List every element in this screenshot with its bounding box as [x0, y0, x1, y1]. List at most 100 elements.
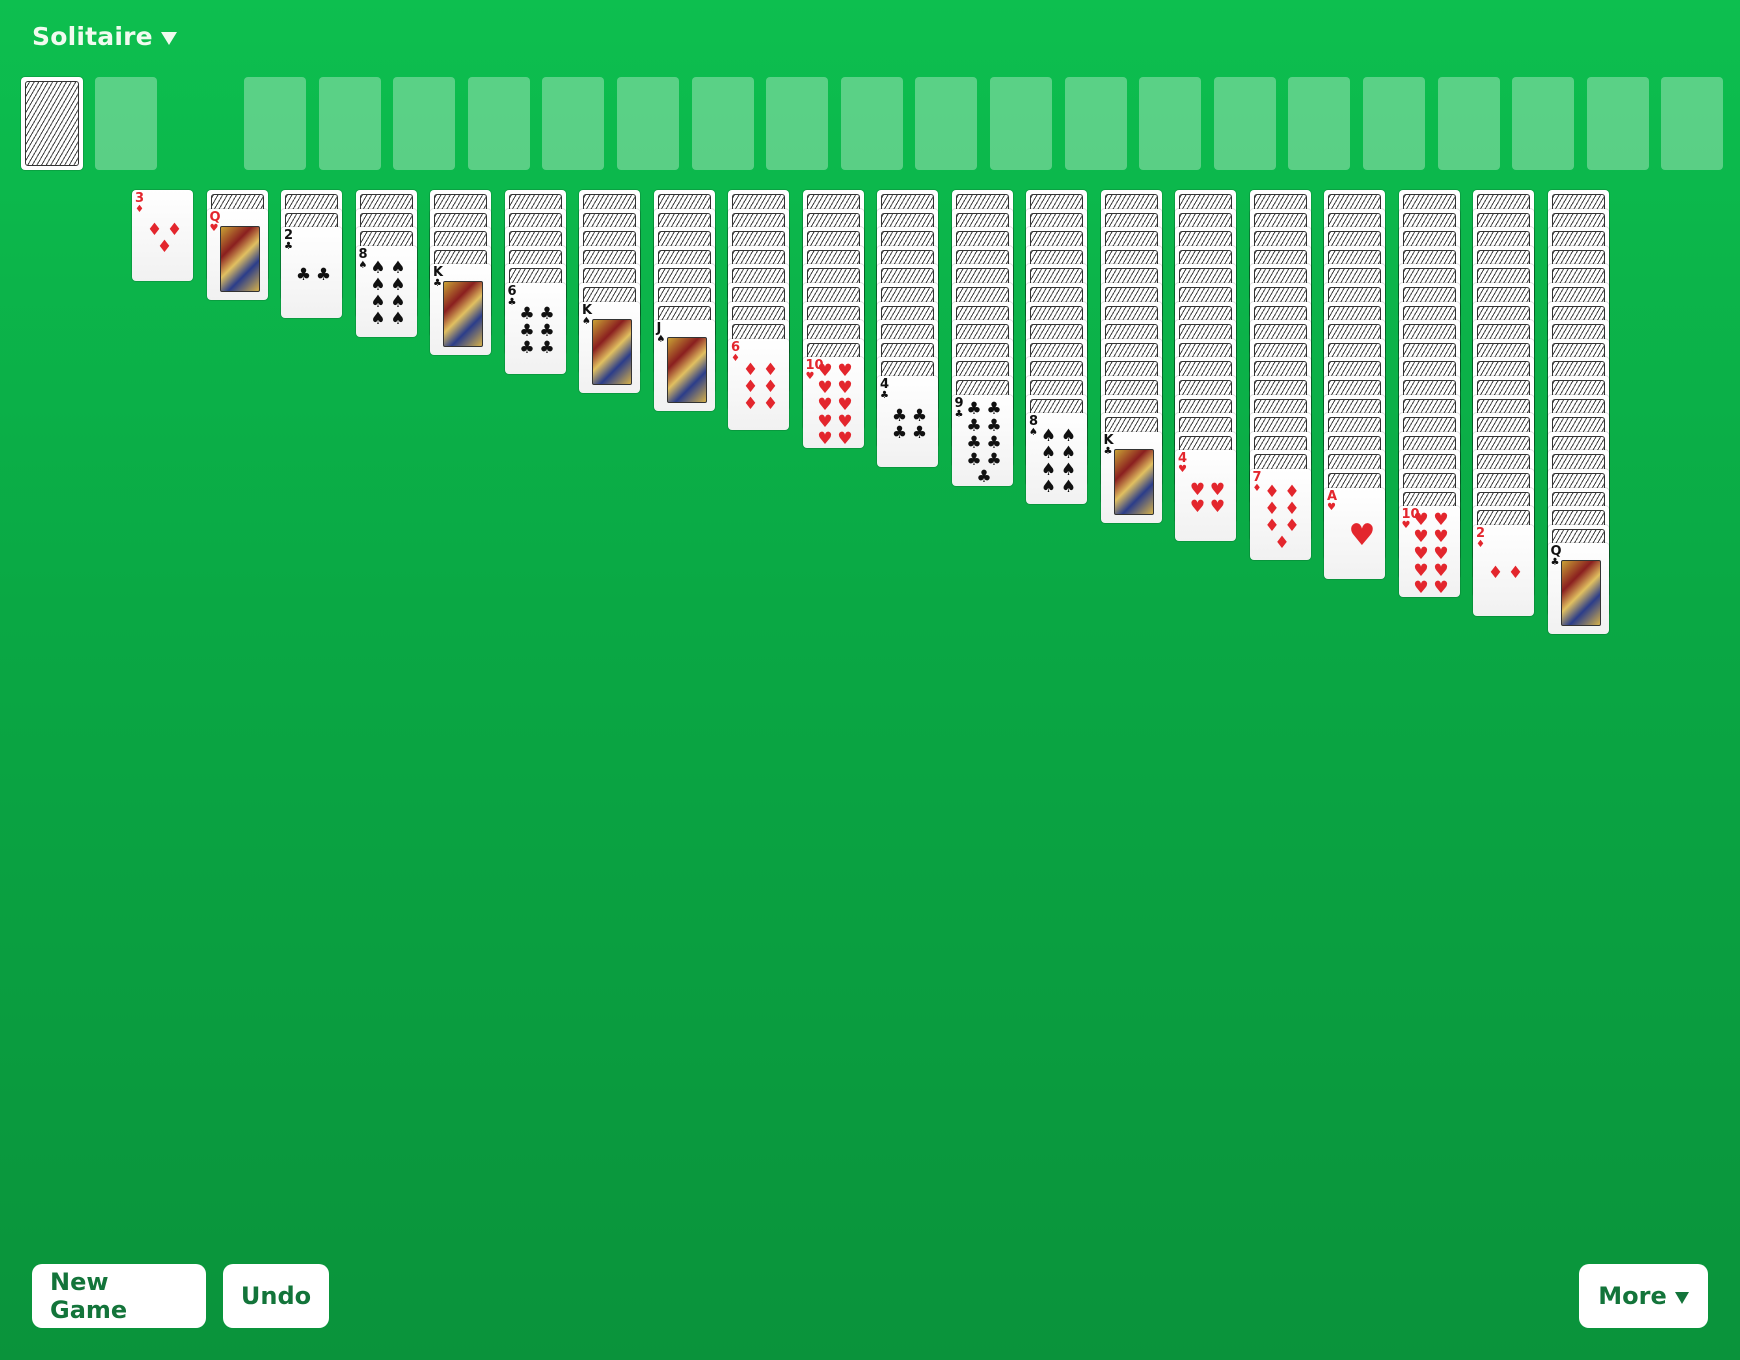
game-title-menu[interactable]: Solitaire [32, 22, 177, 51]
face-up-card[interactable]: 6 ♣ ♣ ♣ ♣ ♣ ♣ ♣ [504, 283, 566, 374]
card-suit-icon: ♦ [1252, 483, 1262, 494]
suit-pip-icon: ♣ [911, 405, 928, 426]
new-game-label: New Game [50, 1268, 128, 1324]
card-pips: ♥ ♥ ♥ ♥ [1187, 464, 1228, 533]
card-corner-index: K ♠ [582, 304, 592, 327]
caret-down-icon [160, 32, 177, 45]
foundation-slot[interactable] [1139, 77, 1202, 170]
suit-pip-icon: ♦ [146, 219, 163, 240]
face-up-card[interactable]: 10 ♥ ♥ ♥ ♥ ♥ ♥ ♥ ♥ ♥ ♥ ♥ [802, 357, 864, 449]
card-suit-icon: ♠ [358, 259, 368, 271]
foundation-slot[interactable] [691, 77, 754, 170]
face-up-card[interactable]: A ♥ ♥ [1324, 487, 1385, 579]
new-game-button[interactable]: New Game [32, 1264, 206, 1328]
face-up-card[interactable]: Q ♥ [206, 208, 268, 300]
suit-pip-icon: ♠ [370, 309, 386, 330]
face-up-card[interactable]: 4 ♥ ♥ ♥ ♥ ♥ [1175, 450, 1236, 542]
more-menu-button[interactable]: More [1579, 1264, 1708, 1328]
card-corner-index: 2 ♣ [284, 229, 293, 252]
suit-pip-icon: ♦ [1264, 481, 1280, 502]
foundation-slot[interactable] [1661, 77, 1724, 170]
card-corner-index: 6 ♣ [508, 285, 517, 308]
suit-pip-icon: ♣ [315, 265, 332, 286]
suit-pip-icon: ♦ [1284, 515, 1300, 536]
face-up-card[interactable]: 4 ♣ ♣ ♣ ♣ ♣ [877, 376, 938, 467]
face-up-card[interactable]: 2 ♣ ♣ ♣ [281, 227, 342, 319]
court-card-portrait [666, 337, 707, 404]
card-corner-index: 7 ♦ [1253, 471, 1262, 494]
foundation-slot[interactable] [244, 77, 306, 170]
more-label: More [1598, 1282, 1667, 1310]
foundation-slot[interactable] [766, 77, 829, 170]
face-up-card[interactable]: 8 ♠ ♠ ♠ ♠ ♠ ♠ ♠ ♠ ♠ [1026, 413, 1087, 505]
card-suit-icon: ♥ [1178, 464, 1187, 476]
card-back-pattern [25, 81, 79, 166]
foundation-slot[interactable] [1213, 77, 1276, 170]
card-pips: ♦ ♦ ♦ ♦ ♦ ♦ ♦ [1262, 483, 1303, 552]
foundation-slot[interactable] [318, 77, 381, 170]
suit-pip-icon: ♥ [1433, 578, 1449, 598]
card-corner-index: Q ♣ [1551, 545, 1562, 568]
suit-pip-icon: ♠ [390, 309, 406, 330]
foundation-slot[interactable] [1363, 77, 1425, 170]
suit-pip-icon: ♥ [1189, 496, 1206, 517]
face-up-card[interactable]: 7 ♦ ♦ ♦ ♦ ♦ ♦ ♦ ♦ [1249, 469, 1311, 560]
waste-pile[interactable] [95, 77, 157, 170]
card-pips: ♣ ♣ ♣ ♣ ♣ ♣ ♣ ♣ ♣ [964, 400, 1005, 485]
game-title: Solitaire [32, 22, 153, 51]
card-corner-index: 8 ♠ [359, 248, 368, 271]
foundation-slot[interactable] [542, 77, 605, 170]
face-up-card[interactable]: 8 ♠ ♠ ♠ ♠ ♠ ♠ ♠ ♠ ♠ [355, 245, 417, 337]
card-suit-icon: ♣ [954, 408, 964, 420]
card-corner-index: 4 ♣ [880, 378, 889, 401]
foundation-slot[interactable] [1437, 77, 1500, 170]
suit-pip-icon: ♣ [891, 422, 908, 443]
face-up-card[interactable]: K ♣ [1100, 431, 1162, 523]
suit-pip-icon: ♦ [156, 236, 173, 257]
card-suit-icon: ♦ [1476, 538, 1485, 550]
face-up-card[interactable]: Q ♣ [1547, 543, 1609, 635]
foundation-slot[interactable] [1288, 77, 1351, 170]
foundation-slot[interactable] [1064, 77, 1127, 170]
foundation-slot[interactable] [617, 77, 679, 170]
card-suit-icon: ♣ [1550, 557, 1560, 569]
undo-button[interactable]: Undo [223, 1264, 329, 1328]
face-up-card[interactable]: K ♠ [579, 301, 640, 393]
foundation-slot[interactable] [1586, 77, 1649, 170]
suit-pip-icon: ♥ [1209, 496, 1226, 517]
stock-pile[interactable] [21, 77, 83, 170]
suit-pip-icon: ♣ [891, 405, 908, 426]
suit-pip-icon: ♦ [1487, 562, 1504, 583]
card-pips: ♦ ♦ [1485, 539, 1526, 608]
suit-pip-icon: ♦ [762, 393, 779, 414]
face-up-card[interactable]: 10 ♥ ♥ ♥ ♥ ♥ ♥ ♥ ♥ ♥ ♥ ♥ [1398, 506, 1460, 598]
foundation-slot[interactable] [990, 77, 1052, 170]
face-up-card[interactable]: J ♠ [653, 320, 715, 412]
card-corner-index: Q ♥ [210, 211, 221, 234]
suit-pip-icon: ♦ [1507, 562, 1524, 583]
foundation-slot[interactable] [840, 77, 903, 170]
foundation-slot[interactable] [393, 77, 456, 170]
card-suit-icon: ♠ [656, 334, 666, 346]
court-card-portrait [592, 318, 632, 385]
court-card-portrait [1560, 560, 1601, 627]
suit-pip-icon: ♦ [166, 219, 183, 240]
face-up-card[interactable]: 6 ♦ ♦ ♦ ♦ ♦ ♦ ♦ [728, 338, 789, 430]
card-pips: ♦ ♦ ♦ [144, 204, 185, 273]
face-up-card[interactable]: 9 ♣ ♣ ♣ ♣ ♣ ♣ ♣ ♣ ♣ ♣ [951, 394, 1013, 486]
foundation-slot[interactable] [467, 77, 530, 170]
card-suit-icon: ♠ [1029, 427, 1038, 439]
foundation-slot[interactable] [915, 77, 978, 170]
suit-pip-icon: ♠ [1060, 476, 1077, 497]
card-corner-index: 2 ♦ [1476, 527, 1485, 550]
face-up-card[interactable]: K ♣ [430, 264, 491, 356]
suit-pip-icon: ♥ [1348, 518, 1376, 554]
foundation-slot[interactable] [1512, 77, 1575, 170]
card-pips: ♠ ♠ ♠ ♠ ♠ ♠ ♠ ♠ [1038, 427, 1079, 496]
card-suit-icon: ♦ [731, 352, 740, 364]
card-suit-icon: ♣ [507, 297, 517, 308]
face-up-card[interactable]: 3 ♦ ♦ ♦ ♦ [132, 190, 193, 281]
card-suit-icon: ♣ [433, 278, 442, 290]
card-corner-index: J ♠ [657, 322, 666, 345]
face-up-card[interactable]: 2 ♦ ♦ ♦ [1473, 524, 1534, 616]
